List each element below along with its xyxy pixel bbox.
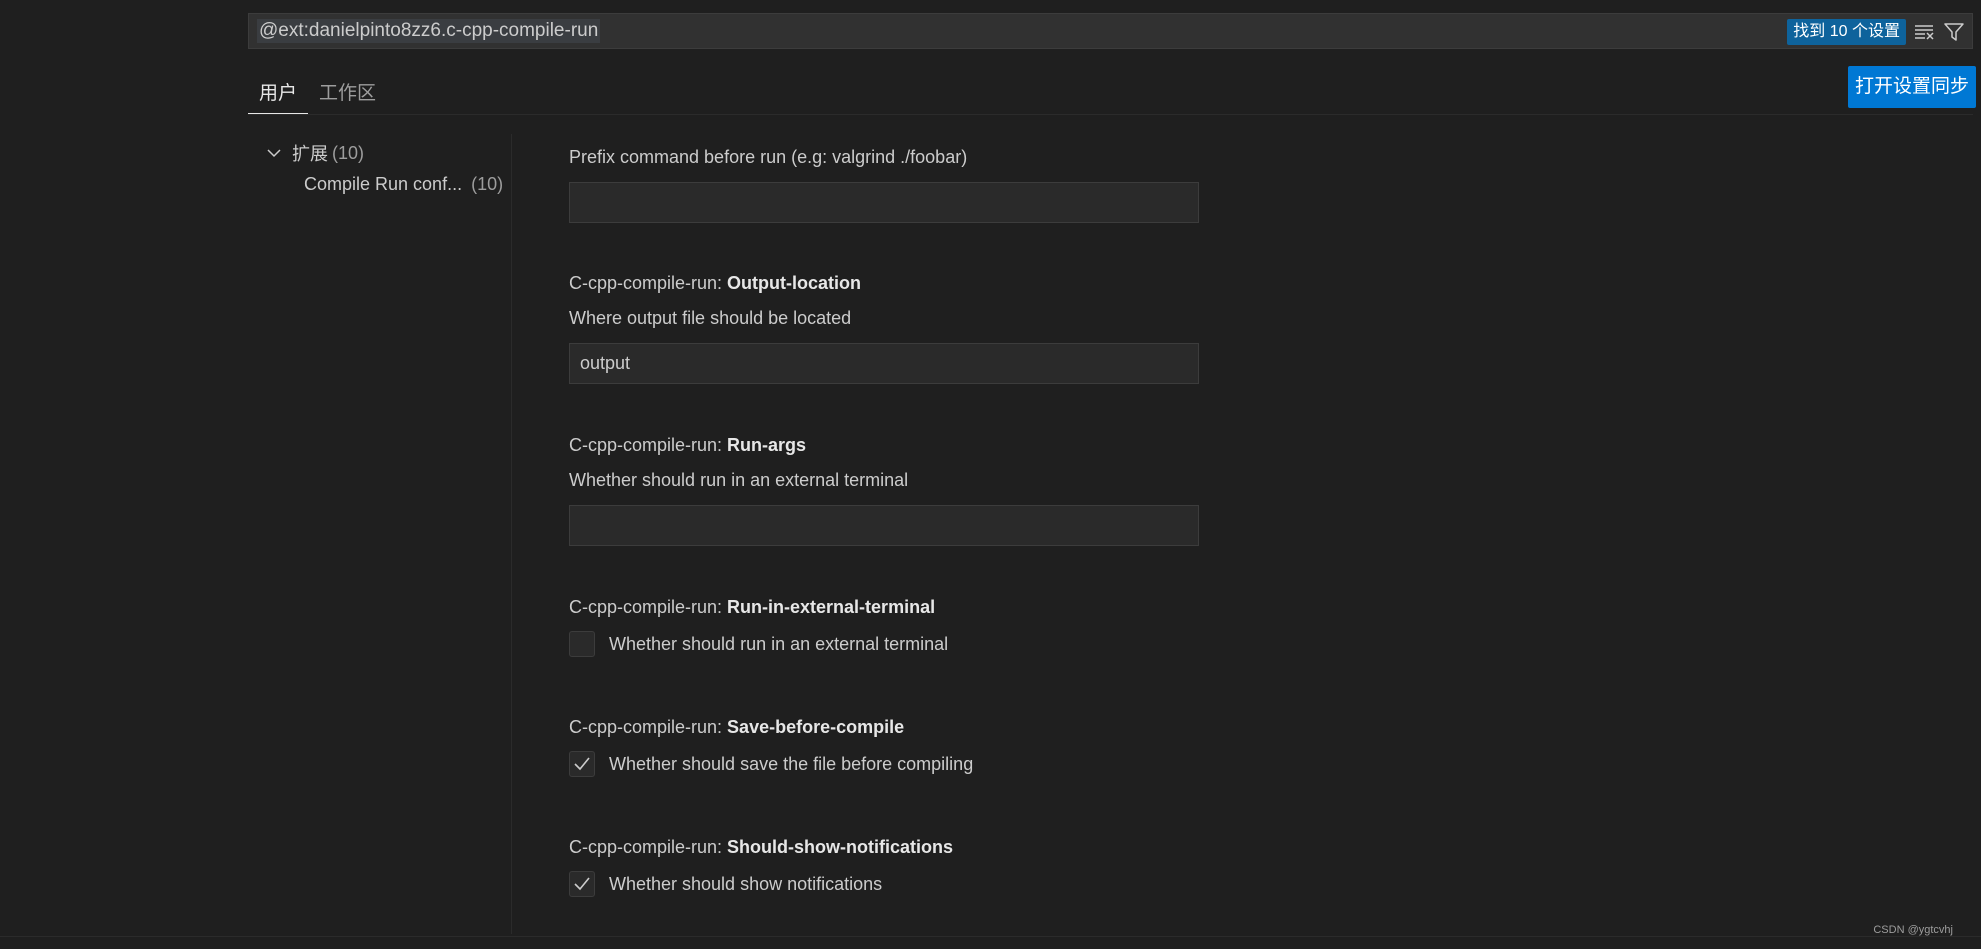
setting-run-prefix: Prefix command before run (e.g: valgrind…: [569, 144, 1469, 223]
settings-toc: 扩展 (10) Compile Run conf... (10): [262, 138, 512, 200]
setting-title: C-cpp-compile-run: Should-show-notificat…: [569, 834, 1469, 860]
checkbox-label: Whether should run in an external termin…: [609, 633, 949, 654]
settings-search-bar[interactable]: @ext:danielpinto8zz6.c-cpp-compile-run 找…: [248, 13, 1973, 49]
should-show-notifications-checkbox[interactable]: [569, 871, 595, 897]
save-before-compile-checkbox[interactable]: [569, 751, 595, 777]
bottom-divider: [0, 936, 1981, 937]
toc-group-count: (10): [332, 142, 365, 163]
setting-should-show-notifications: C-cpp-compile-run: Should-show-notificat…: [569, 834, 1469, 899]
setting-description: Prefix command before run (e.g: valgrind…: [569, 147, 968, 167]
chevron-down-icon: [262, 148, 286, 158]
toc-item-count: (10): [471, 174, 504, 194]
output-location-input[interactable]: [569, 343, 1199, 384]
result-count-badge: 找到 10 个设置: [1787, 19, 1906, 45]
toc-item-label: Compile Run conf...: [304, 174, 463, 194]
setting-save-before-compile: C-cpp-compile-run: Save-before-compile W…: [569, 714, 1469, 779]
setting-category: C-cpp-compile-run:: [569, 717, 728, 737]
checkbox-label: Whether should save the file before comp…: [609, 753, 974, 774]
settings-scope-tabs: 用户 工作区: [248, 72, 387, 114]
settings-editor: @ext:danielpinto8zz6.c-cpp-compile-run 找…: [0, 0, 1981, 949]
setting-category: C-cpp-compile-run:: [569, 435, 728, 455]
setting-run-in-external-terminal: C-cpp-compile-run: Run-in-external-termi…: [569, 594, 1469, 659]
setting-category: C-cpp-compile-run:: [569, 837, 728, 857]
setting-category: C-cpp-compile-run:: [569, 597, 728, 617]
setting-title: C-cpp-compile-run: Save-before-compile: [569, 714, 1469, 740]
clear-filter-icon[interactable]: [1912, 21, 1936, 43]
run-args-input[interactable]: [569, 505, 1199, 546]
checkbox-row: Whether should show notifications: [569, 869, 1469, 899]
search-input[interactable]: @ext:danielpinto8zz6.c-cpp-compile-run: [257, 19, 601, 43]
tabs-divider: [248, 114, 1973, 115]
toc-divider: [511, 134, 512, 934]
setting-key: Run-in-external-terminal: [727, 597, 936, 617]
tab-workspace[interactable]: 工作区: [308, 72, 387, 108]
checkbox-row: Whether should save the file before comp…: [569, 749, 1469, 779]
checkmark-icon: [574, 757, 590, 771]
run-in-external-terminal-checkbox[interactable]: [569, 631, 595, 657]
setting-key: Should-show-notifications: [727, 837, 954, 857]
setting-key: Save-before-compile: [727, 717, 905, 737]
setting-title: C-cpp-compile-run: Output-location: [569, 270, 1469, 296]
checkbox-row: Whether should run in an external termin…: [569, 629, 1469, 659]
setting-description: Where output file should be located: [569, 308, 852, 328]
setting-title: C-cpp-compile-run: Run-args: [569, 432, 1469, 458]
setting-key: Output-location: [727, 273, 862, 293]
filter-icon[interactable]: [1942, 21, 1966, 43]
setting-key: Run-args: [727, 435, 807, 455]
run-prefix-input[interactable]: [569, 182, 1199, 223]
setting-run-args: C-cpp-compile-run: Run-args Whether shou…: [569, 432, 1469, 546]
setting-category: C-cpp-compile-run:: [569, 273, 728, 293]
tab-user[interactable]: 用户: [248, 72, 309, 114]
setting-description: Whether should run in an external termin…: [569, 470, 909, 490]
toc-group-extensions[interactable]: 扩展 (10): [262, 138, 512, 168]
toc-item-compile-run[interactable]: Compile Run conf... (10): [262, 168, 512, 200]
checkmark-icon: [574, 877, 590, 891]
setting-title: C-cpp-compile-run: Run-in-external-termi…: [569, 594, 1469, 620]
turn-on-settings-sync-button[interactable]: 打开设置同步: [1847, 66, 1976, 108]
checkbox-label: Whether should show notifications: [609, 873, 883, 894]
toc-group-label: 扩展: [292, 144, 328, 164]
watermark: CSDN @ygtcvhj: [1873, 924, 1953, 936]
setting-output-location: C-cpp-compile-run: Output-location Where…: [569, 270, 1469, 384]
